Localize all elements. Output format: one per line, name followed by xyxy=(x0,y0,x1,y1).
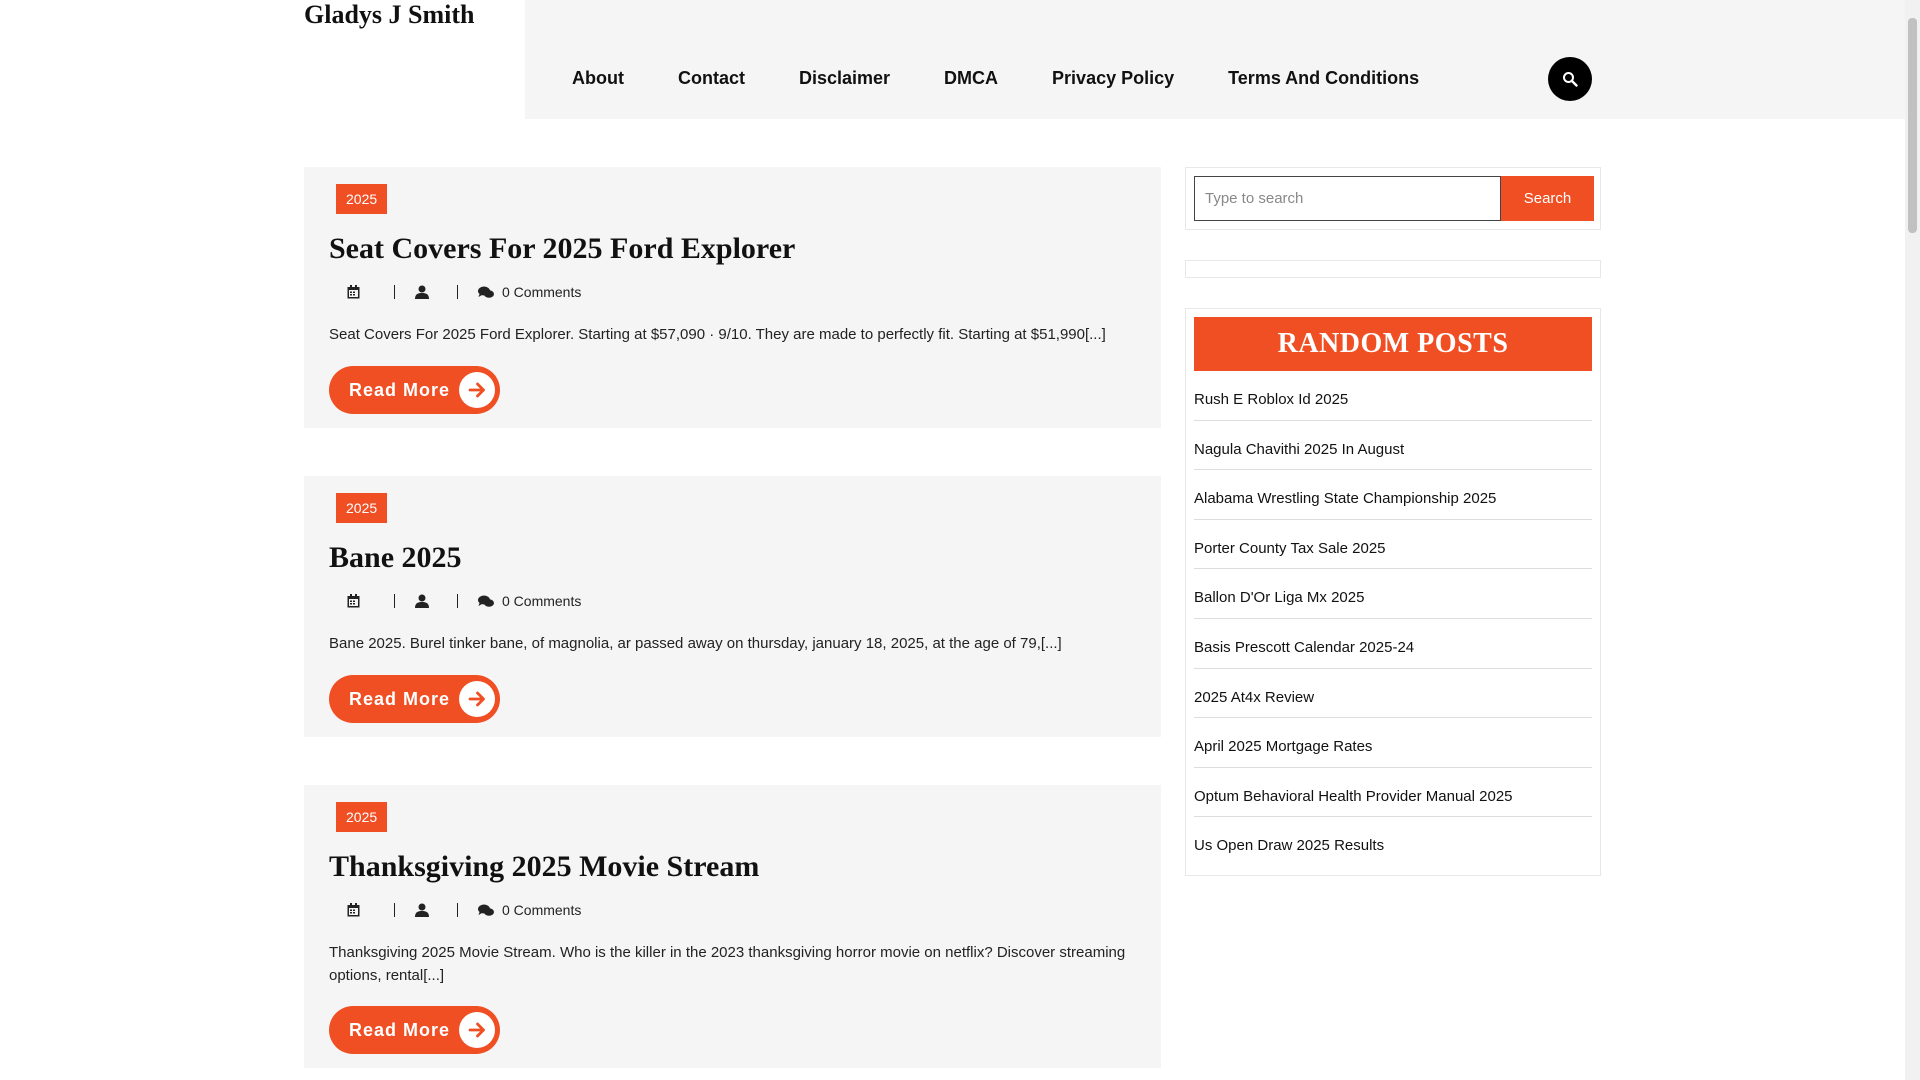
nav-item-dmca[interactable]: DMCA xyxy=(944,66,998,90)
nav-item-disclaimer[interactable]: Disclaimer xyxy=(799,66,890,90)
main-nav: About Contact Disclaimer DMCA Privacy Po… xyxy=(572,66,1473,90)
post-excerpt: Seat Covers For 2025 Ford Explorer. Star… xyxy=(329,326,1106,343)
post-title[interactable]: Bane 2025 xyxy=(329,540,462,576)
site-title[interactable]: Gladys J Smith xyxy=(304,0,475,30)
search-button[interactable]: Search xyxy=(1501,176,1594,221)
post-meta: 0 Comments xyxy=(347,592,581,610)
random-post-link[interactable]: Alabama Wrestling State Championship 202… xyxy=(1194,470,1592,520)
read-more-button[interactable]: Read More xyxy=(329,675,500,723)
random-post-link[interactable]: April 2025 Mortgage Rates xyxy=(1194,718,1592,768)
read-more-label: Read More xyxy=(349,379,451,400)
search-widget: Search xyxy=(1185,167,1601,230)
post-excerpt: Bane 2025. Burel tinker bane, of magnoli… xyxy=(329,635,1062,652)
random-posts-heading: RANDOM POSTS xyxy=(1194,317,1592,371)
post-meta: 0 Comments xyxy=(347,901,581,919)
search-input[interactable] xyxy=(1194,176,1501,221)
random-post-link[interactable]: 2025 At4x Review xyxy=(1194,669,1592,719)
scrollbar-thumb[interactable] xyxy=(1908,18,1917,233)
meta-separator xyxy=(394,594,395,608)
read-more-label: Read More xyxy=(349,688,451,709)
post-card: 2025 Thanksgiving 2025 Movie Stream 0 Co… xyxy=(304,785,1161,1068)
read-more-button[interactable]: Read More xyxy=(329,1006,500,1054)
category-badge[interactable]: 2025 xyxy=(336,493,388,523)
random-post-link[interactable]: Nagula Chavithi 2025 In August xyxy=(1194,421,1592,471)
meta-separator xyxy=(457,903,458,917)
site-header: Gladys J Smith About Contact Disclaimer … xyxy=(0,0,1905,119)
category-badge[interactable]: 2025 xyxy=(336,184,388,214)
header-search-button[interactable] xyxy=(1548,57,1592,101)
nav-item-terms-and-conditions[interactable]: Terms And Conditions xyxy=(1228,66,1419,90)
random-post-link[interactable]: Basis Prescott Calendar 2025-24 xyxy=(1194,619,1592,669)
post-title[interactable]: Seat Covers For 2025 Ford Explorer xyxy=(329,231,795,267)
comments-count[interactable]: 0 Comments xyxy=(502,902,581,918)
category-badge[interactable]: 2025 xyxy=(336,802,388,832)
post-card: 2025 Bane 2025 0 Comments Bane 2025. Bur… xyxy=(304,476,1161,737)
calendar-icon xyxy=(347,285,360,299)
user-icon xyxy=(415,285,429,299)
random-posts-widget: RANDOM POSTS Rush E Roblox Id 2025 Nagul… xyxy=(1185,308,1601,876)
calendar-icon xyxy=(347,903,360,917)
random-post-link[interactable]: Us Open Draw 2025 Results xyxy=(1194,817,1592,867)
post-title[interactable]: Thanksgiving 2025 Movie Stream xyxy=(329,849,759,885)
comments-icon xyxy=(478,904,494,916)
nav-item-about[interactable]: About xyxy=(572,66,624,90)
user-icon xyxy=(415,594,429,608)
nav-band xyxy=(525,0,1905,119)
read-more-button[interactable]: Read More xyxy=(329,366,500,414)
arrow-right-icon xyxy=(459,681,495,717)
comments-icon xyxy=(478,286,494,298)
empty-widget xyxy=(1185,260,1601,278)
post-excerpt: Thanksgiving 2025 Movie Stream. Who is t… xyxy=(329,944,1126,984)
random-post-link[interactable]: Rush E Roblox Id 2025 xyxy=(1194,371,1592,421)
comments-count[interactable]: 0 Comments xyxy=(502,284,581,300)
nav-item-contact[interactable]: Contact xyxy=(678,66,745,90)
user-icon xyxy=(415,903,429,917)
arrow-right-icon xyxy=(459,1012,495,1048)
read-more-label: Read More xyxy=(349,1019,451,1040)
meta-separator xyxy=(457,594,458,608)
search-icon xyxy=(1563,72,1578,87)
post-card: 2025 Seat Covers For 2025 Ford Explorer … xyxy=(304,167,1161,428)
meta-separator xyxy=(394,903,395,917)
random-post-link[interactable]: Optum Behavioral Health Provider Manual … xyxy=(1194,768,1592,818)
random-post-link[interactable]: Porter County Tax Sale 2025 xyxy=(1194,520,1592,570)
random-posts-list: Rush E Roblox Id 2025 Nagula Chavithi 20… xyxy=(1194,371,1592,867)
random-post-link[interactable]: Ballon D'Or Liga Mx 2025 xyxy=(1194,569,1592,619)
arrow-right-icon xyxy=(459,372,495,408)
meta-separator xyxy=(457,285,458,299)
comments-count[interactable]: 0 Comments xyxy=(502,593,581,609)
nav-item-privacy-policy[interactable]: Privacy Policy xyxy=(1052,66,1174,90)
post-meta: 0 Comments xyxy=(347,283,581,301)
calendar-icon xyxy=(347,594,360,608)
meta-separator xyxy=(394,285,395,299)
comments-icon xyxy=(478,595,494,607)
